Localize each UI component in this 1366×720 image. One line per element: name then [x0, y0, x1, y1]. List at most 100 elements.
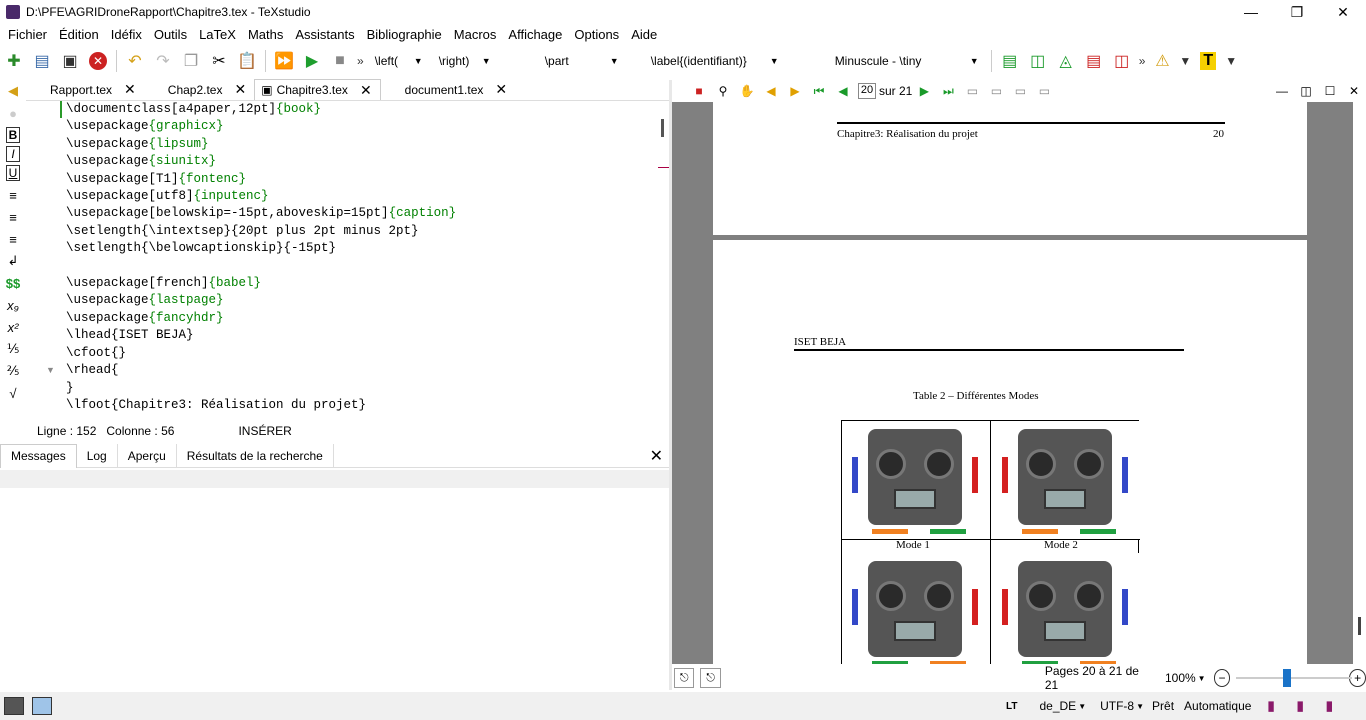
single-page-icon[interactable]: ▭ [961, 81, 983, 101]
compile-status-icon[interactable]: ▮ [1267, 698, 1274, 714]
fit-page-icon[interactable]: ▭ [1033, 81, 1055, 101]
lock-icon[interactable]: ⎋ [674, 668, 695, 688]
structure-icon[interactable]: ● [0, 102, 26, 124]
font-size-combo[interactable]: Minuscule - \tiny ▼ [789, 50, 985, 72]
italic-icon[interactable]: I [6, 146, 20, 162]
editor-scrollbar[interactable] [658, 101, 670, 419]
zoom-slider[interactable] [1236, 669, 1353, 687]
table-add-column-icon[interactable]: ◫ [1026, 49, 1050, 73]
copy-icon[interactable]: ❐ [179, 49, 203, 73]
toolbar-overflow-icon[interactable]: ▼ [1179, 54, 1191, 68]
prev-page-icon[interactable]: ◀ [832, 81, 854, 101]
code-editor[interactable]: ▼ \documentclass[a4paper,12pt]{book} \use… [26, 101, 658, 419]
new-line-icon[interactable]: ↲ [0, 250, 26, 272]
underline-icon[interactable]: U [6, 165, 20, 181]
last-page-icon[interactable]: ⏭ [937, 81, 959, 101]
auto-mode[interactable]: Automatique [1184, 699, 1251, 713]
open-file-icon[interactable]: ▤ [30, 49, 54, 73]
close-tab-icon[interactable]: ✕ [360, 82, 372, 99]
left-delimiter-combo[interactable]: \left(▼ [369, 50, 429, 72]
fraction-icon[interactable]: ⅕ [0, 338, 26, 360]
superscript-icon[interactable]: x² [0, 316, 26, 338]
minimize-button[interactable]: — [1228, 0, 1274, 24]
back-icon[interactable]: ◀ [760, 81, 782, 101]
menu-idefix[interactable]: Idéfix [107, 27, 150, 42]
scrollbar-thumb[interactable] [1358, 617, 1361, 635]
tab-log[interactable]: Log [77, 443, 118, 468]
bookmark-icon[interactable]: ◀ [0, 80, 26, 102]
subscript-icon[interactable]: x₉ [0, 294, 26, 316]
close-tab-icon[interactable]: ✕ [234, 81, 246, 98]
stop-icon[interactable]: ■ [328, 49, 352, 73]
tab-document1[interactable]: document1.tex ✕ [381, 79, 515, 100]
scrollbar-thumb[interactable] [661, 119, 664, 137]
panel-toggle-icon[interactable] [4, 697, 24, 715]
new-file-icon[interactable]: ✚ [2, 49, 26, 73]
align-left-icon[interactable]: ≡ [0, 184, 26, 206]
toolbar-overflow-icon[interactable]: » [1139, 54, 1146, 68]
menu-options[interactable]: Options [570, 27, 627, 42]
close-tab-icon[interactable]: ✕ [124, 81, 136, 98]
close-tab-icon[interactable]: ✕ [495, 81, 507, 98]
restore-button[interactable]: ❐ [1274, 0, 1320, 24]
tab-chap2[interactable]: Chap2.tex ✕ [144, 79, 254, 100]
maximize-viewer-icon[interactable]: ☐ [1319, 81, 1341, 101]
menu-latex[interactable]: LaTeX [195, 27, 244, 42]
first-page-icon[interactable]: ⏮ [808, 81, 830, 101]
tab-chapitre3[interactable]: ▣ Chapitre3.tex ✕ [254, 79, 381, 100]
tab-apercu[interactable]: Aperçu [118, 443, 177, 468]
build-and-view-icon[interactable]: ⏩ [272, 49, 296, 73]
page-number-input[interactable]: 20 [858, 83, 876, 99]
close-window-button[interactable]: ✕ [1320, 0, 1366, 24]
tab-search-results[interactable]: Résultats de la recherche [177, 443, 334, 468]
align-right-icon[interactable]: ≡ [0, 228, 26, 250]
languagetool-icon[interactable]: LT [1006, 701, 1017, 712]
compile-status-icon[interactable]: ▮ [1326, 698, 1333, 714]
close-panel-icon[interactable]: ✕ [650, 446, 663, 466]
sync-icon[interactable]: ⎋ [700, 668, 721, 688]
menu-affichage[interactable]: Affichage [504, 27, 570, 42]
encoding-selector[interactable]: UTF-8 [1100, 699, 1134, 713]
warning-icon[interactable]: ⚠ [1150, 49, 1174, 73]
dfrac-icon[interactable]: ⅖ [0, 360, 26, 382]
tab-rapport[interactable]: Rapport.tex ✕ [26, 79, 144, 100]
math-mode-icon[interactable]: $$ [0, 272, 26, 294]
menu-bibliographie[interactable]: Bibliographie [363, 27, 450, 42]
sectioning-combo[interactable]: \part ▼ [501, 50, 625, 72]
zoom-out-icon[interactable]: − [1213, 669, 1231, 687]
compile-icon[interactable]: ▶ [300, 49, 324, 73]
compile-status-icon[interactable]: ▮ [1297, 698, 1304, 714]
toolbar-overflow-icon[interactable]: ▼ [1225, 54, 1237, 68]
zoom-icon[interactable]: ⚲ [712, 81, 734, 101]
redo-icon[interactable]: ↷ [151, 49, 175, 73]
menu-macros[interactable]: Macros [450, 27, 505, 42]
pdf-scrollbar[interactable] [1353, 102, 1366, 664]
language-selector[interactable]: de_DE [1039, 699, 1076, 713]
label-combo[interactable]: \label{(identifiant)} ▼ [629, 50, 785, 72]
table-add-row-icon[interactable]: ▤ [998, 49, 1022, 73]
sqrt-icon[interactable]: √ [0, 382, 26, 404]
menu-assistants[interactable]: Assistants [291, 27, 362, 42]
pdf-viewer[interactable]: Chapitre3: Réalisation du projet 20 ISET… [672, 102, 1366, 664]
undo-icon[interactable]: ↶ [123, 49, 147, 73]
menu-aide[interactable]: Aide [627, 27, 665, 42]
text-format-icon[interactable]: T [1196, 49, 1220, 73]
pdf-icon[interactable]: ■ [688, 81, 710, 101]
continuous-icon[interactable]: ▭ [985, 81, 1007, 101]
paste-icon[interactable]: 📋 [235, 49, 259, 73]
bold-icon[interactable]: B [6, 127, 20, 143]
fold-icon[interactable]: ▼ [46, 365, 55, 375]
toolbar-overflow-icon[interactable]: » [357, 54, 364, 68]
menu-fichier[interactable]: Fichier [4, 27, 55, 42]
tab-messages[interactable]: Messages [0, 443, 77, 468]
minimize-viewer-icon[interactable]: — [1271, 81, 1293, 101]
table-remove-row-icon[interactable]: ▤ [1082, 49, 1106, 73]
hand-tool-icon[interactable]: ✋ [736, 81, 758, 101]
table-edit-icon[interactable]: ◬ [1054, 49, 1078, 73]
slider-thumb[interactable] [1283, 669, 1292, 687]
dock-viewer-icon[interactable]: ◫ [1295, 81, 1317, 101]
menu-outils[interactable]: Outils [150, 27, 195, 42]
close-viewer-icon[interactable]: ✕ [1343, 81, 1365, 101]
menu-maths[interactable]: Maths [244, 27, 291, 42]
save-icon[interactable]: ▣ [58, 49, 82, 73]
